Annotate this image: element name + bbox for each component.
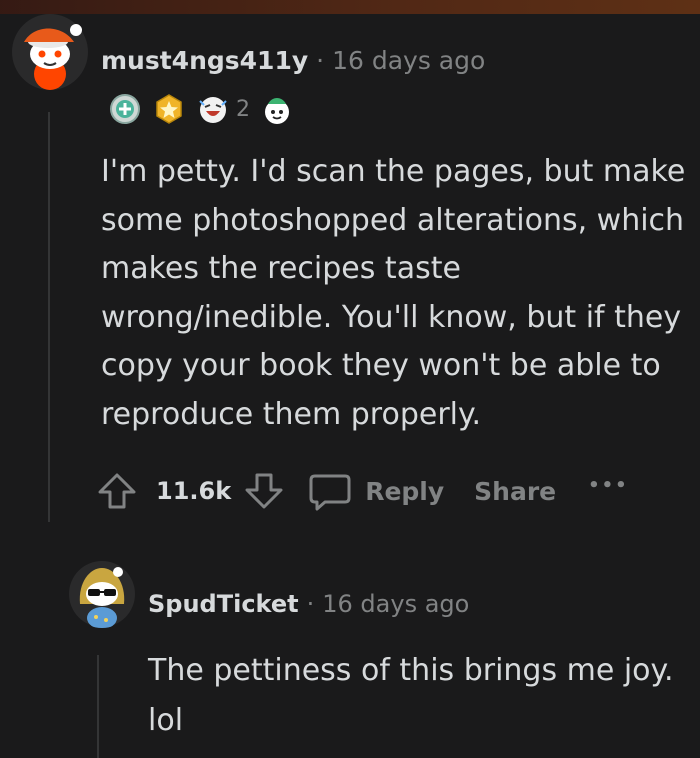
- comment-body: I'm petty. I'd scan the pages, but make …: [101, 154, 686, 432]
- user-avatar[interactable]: [10, 12, 90, 92]
- timestamp[interactable]: 16 days ago: [332, 46, 485, 75]
- reply-label: Reply: [365, 476, 445, 506]
- awards-row[interactable]: 2: [108, 92, 294, 126]
- timestamp[interactable]: 16 days ago: [322, 590, 469, 618]
- share-button[interactable]: Share: [474, 477, 556, 506]
- silver-helper-award-icon[interactable]: [108, 92, 142, 126]
- top-gradient-bar: [0, 0, 700, 14]
- comment-bubble-icon: [309, 474, 351, 511]
- thread-line[interactable]: [97, 655, 99, 758]
- share-label: Share: [474, 476, 557, 506]
- downvote-arrow-icon: [245, 473, 283, 509]
- author-name[interactable]: SpudTicket: [148, 590, 299, 618]
- award-count: 2: [236, 96, 250, 122]
- meta-separator: ·: [306, 590, 315, 618]
- laughing-face-award-icon[interactable]: [196, 92, 230, 126]
- upvote-arrow-icon: [98, 473, 136, 509]
- comment-meta: SpudTicket · 16 days ago: [148, 590, 469, 618]
- comment-meta: must4ngs411y · 16 days ago: [101, 46, 485, 75]
- comment-actions: 11.6k Reply Share •••: [96, 468, 629, 514]
- wholesome-award-icon[interactable]: [260, 92, 294, 126]
- reply-button[interactable]: Reply: [307, 470, 444, 512]
- meta-separator: ·: [316, 46, 325, 75]
- more-options-button[interactable]: •••: [588, 475, 629, 496]
- upvote-button[interactable]: [96, 470, 138, 512]
- vote-score: 11.6k: [156, 477, 232, 505]
- downvote-button[interactable]: [243, 470, 285, 512]
- gold-star-award-icon[interactable]: [152, 92, 186, 126]
- author-name[interactable]: must4ngs411y: [101, 46, 308, 75]
- thread-line[interactable]: [48, 112, 50, 522]
- user-avatar[interactable]: [68, 560, 136, 628]
- comment-body: The pettiness of this brings me joy. lol: [148, 653, 674, 738]
- more-dots-icon: •••: [588, 474, 629, 496]
